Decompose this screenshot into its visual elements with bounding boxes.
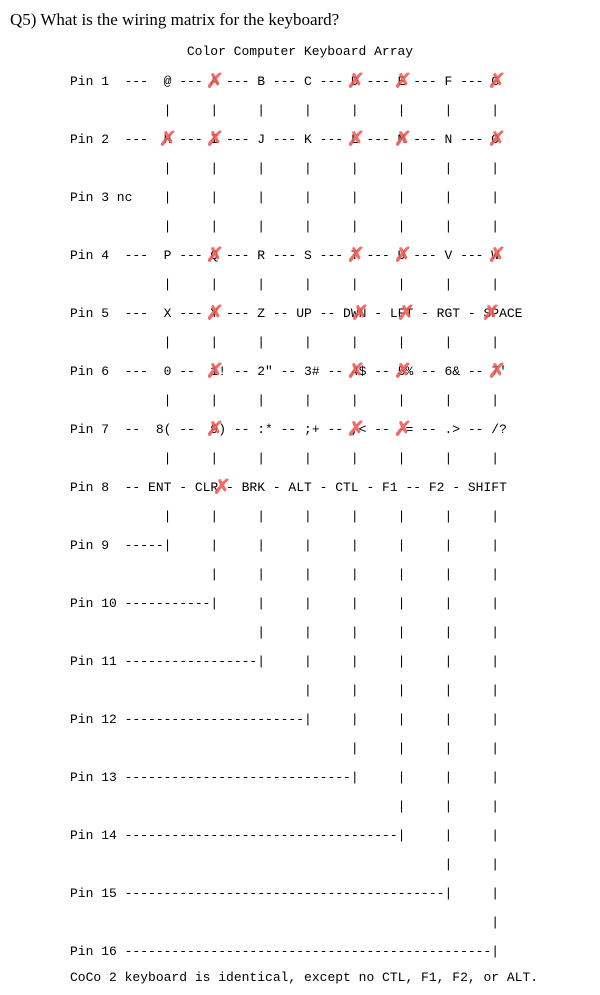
matrix-title: Color Computer Keyboard Array bbox=[80, 44, 520, 59]
keyboard-matrix: Pin 1 --- @ --- A --- B --- C --- D --- … bbox=[70, 67, 530, 966]
footnote-text: CoCo 2 keyboard is identical, except no … bbox=[70, 970, 530, 985]
matrix-container: Pin 1 --- @ --- A --- B --- C --- D --- … bbox=[70, 67, 530, 966]
question-text: Q5) What is the wiring matrix for the ke… bbox=[10, 10, 590, 30]
